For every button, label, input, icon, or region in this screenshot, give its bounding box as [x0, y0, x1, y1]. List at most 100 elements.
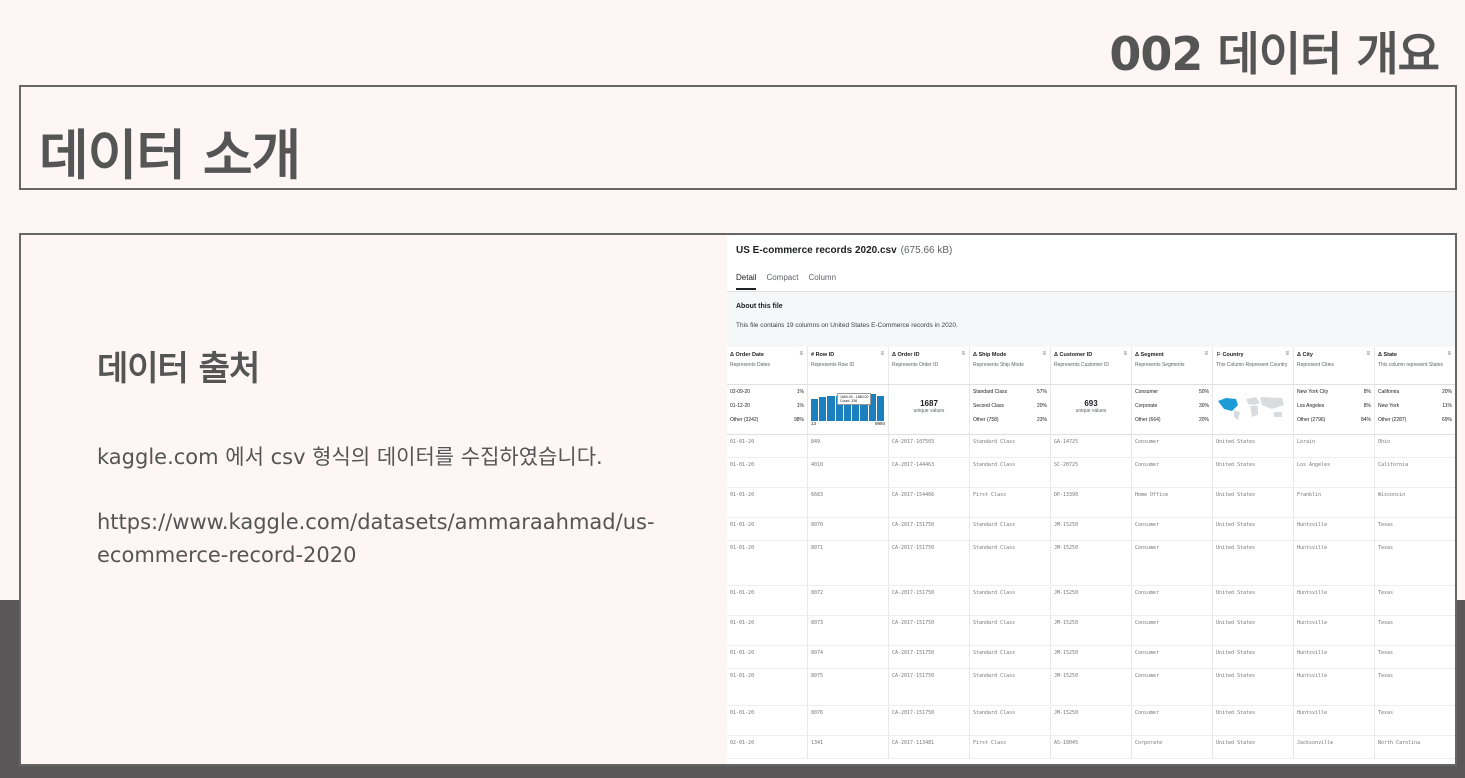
column-menu-icon[interactable]: ≡ [1042, 351, 1046, 357]
table-cell: CA-2017-151750 [889, 518, 970, 540]
frequency-row: Other (2796) 84% [1297, 417, 1371, 423]
table-row[interactable]: 01-01-20 4010 CA-2017-144463 Standard Class… [727, 458, 1455, 488]
table-cell: CA-2017-151750 [889, 541, 970, 585]
table-cell: JM-15250 [1051, 706, 1132, 735]
frequency-percent: 11% [1442, 403, 1452, 409]
table-cell: Consumer [1132, 706, 1213, 735]
table-row[interactable]: 01-01-20 6683 CA-2017-154466 First Class DP-… [727, 488, 1455, 518]
histogram-bar [827, 395, 835, 421]
table-cell: United States [1213, 541, 1294, 585]
column-name: Δ Segment [1135, 352, 1164, 358]
frequency-label: Consumer [1135, 389, 1159, 395]
frequency-label: Other (2287) [1378, 417, 1407, 423]
table-cell: 4010 [808, 458, 889, 487]
column-header[interactable]: # Row ID Represents Row ID ≡ [808, 347, 889, 384]
column-description: Represent Cities [1297, 362, 1334, 368]
unique-count: 1687 unique values [892, 399, 966, 414]
table-row[interactable]: 01-01-20 8074 CA-2017-151750 Standard Class… [727, 646, 1455, 669]
tab-compact[interactable]: Compact [766, 273, 798, 290]
column-header[interactable]: Δ Customer ID Represents Customer ID ≡ [1051, 347, 1132, 384]
file-title: US E-commerce records 2020.csv (675.66 kB… [736, 245, 952, 256]
table-row[interactable]: 01-01-20 8070 CA-2017-151750 Standard Class… [727, 518, 1455, 541]
table-cell: 01-01-20 [727, 518, 808, 540]
table-row[interactable]: 02-01-20 1341 CA-2017-113481 First Class AS-… [727, 736, 1455, 759]
table-cell: Texas [1375, 541, 1455, 585]
table-cell: CA-2017-144463 [889, 458, 970, 487]
source-heading: 데이터 출처 [97, 349, 260, 389]
kaggle-screenshot: US E-commerce records 2020.csv (675.66 kB… [727, 235, 1455, 764]
frequency-label: New York [1378, 403, 1400, 409]
table-cell: Huntsville [1294, 616, 1375, 645]
histogram-bar [811, 398, 819, 421]
table-cell: CA-2017-151750 [889, 616, 970, 645]
table-body: 01-01-20 849 CA-2017-107503 Standard Class G… [727, 435, 1455, 759]
table-cell: 01-01-20 [727, 541, 808, 585]
column-menu-icon[interactable]: ≡ [1123, 351, 1127, 357]
column-header[interactable]: Δ Ship Mode Represents Ship Mode ≡ [970, 347, 1051, 384]
frequency-percent: 23% [1036, 417, 1047, 423]
table-row[interactable]: 01-01-20 8075 CA-2017-151750 Standard Class… [727, 669, 1455, 706]
column-header[interactable]: Δ Segment Represents Segments ≡ [1132, 347, 1213, 384]
about-text: This file contains 19 columns on United … [736, 322, 958, 329]
column-header[interactable]: Δ Order Date Represents Dates ≡ [727, 347, 808, 384]
table-row[interactable]: 01-01-20 8076 CA-2017-151750 Standard Class… [727, 706, 1455, 736]
frequency-percent: 98% [793, 417, 804, 423]
tab-detail[interactable]: Detail [736, 273, 757, 290]
table-cell: CA-2017-151750 [889, 646, 970, 668]
table-cell: 01-01-20 [727, 458, 808, 487]
table-cell: Consumer [1132, 616, 1213, 645]
summary-cell: New York City 8% Los Angeles 8% Other (2796)… [1294, 385, 1375, 434]
summary-cell: 693 unique values [1051, 385, 1132, 434]
frequency-row: New York 11% [1378, 403, 1452, 409]
table-cell: 01-01-20 [727, 488, 808, 517]
table-cell: Lorain [1294, 435, 1375, 457]
column-menu-icon[interactable]: ≡ [1447, 351, 1451, 357]
column-menu-icon[interactable]: ≡ [1366, 351, 1370, 357]
unique-number: 1687 [920, 399, 938, 408]
frequency-label: Standard Class [973, 389, 1008, 395]
frequency-row: Other (2287) 69% [1378, 417, 1452, 423]
column-header[interactable]: Δ State This column represent States ≡ [1375, 347, 1455, 384]
column-header[interactable]: Δ Order ID Represents Order ID ≡ [889, 347, 970, 384]
column-description: Represents Segments [1135, 362, 1185, 368]
table-cell: Standard Class [970, 518, 1051, 540]
column-menu-icon[interactable]: ≡ [1204, 351, 1208, 357]
table-cell: Standard Class [970, 669, 1051, 705]
table-row[interactable]: 01-01-20 849 CA-2017-107503 Standard Class G… [727, 435, 1455, 458]
table-cell: Jacksonville [1294, 736, 1375, 758]
source-url[interactable]: https://www.kaggle.com/datasets/ammaraah… [97, 506, 667, 572]
column-header[interactable]: Δ City Represent Cities ≡ [1294, 347, 1375, 384]
title-box: 데이터 소개 [19, 85, 1457, 190]
column-name: Δ Order Date [730, 352, 764, 358]
table-cell: Los Angeles [1294, 458, 1375, 487]
file-size: (675.66 kB) [900, 245, 953, 256]
frequency-row: Los Angeles 8% [1297, 403, 1371, 409]
unique-count: 693 unique values [1054, 399, 1128, 414]
table-cell: JM-15250 [1051, 669, 1132, 705]
frequency-row: New York City 8% [1297, 389, 1371, 395]
column-menu-icon[interactable]: ≡ [799, 351, 803, 357]
frequency-percent: 50% [1198, 389, 1209, 395]
column-header[interactable]: ⚐ Country This Column Represent Country ≡ [1213, 347, 1294, 384]
column-menu-icon[interactable]: ≡ [1285, 351, 1289, 357]
table-row[interactable]: 01-01-20 8072 CA-2017-151750 Standard Class… [727, 586, 1455, 616]
table-cell: Consumer [1132, 435, 1213, 457]
table-cell: First Class [970, 488, 1051, 517]
table-cell: Texas [1375, 586, 1455, 615]
tab-column[interactable]: Column [808, 273, 836, 290]
table-cell: AS-10045 [1051, 736, 1132, 758]
table-cell: CA-2017-151750 [889, 706, 970, 735]
table-cell: 8071 [808, 541, 889, 585]
column-menu-icon[interactable]: ≡ [880, 351, 884, 357]
source-text: kaggle.com 에서 csv 형식의 데이터를 수집하였습니다. [97, 445, 603, 469]
table-cell: Standard Class [970, 616, 1051, 645]
table-cell: Consumer [1132, 518, 1213, 540]
table-row[interactable]: 01-01-20 8071 CA-2017-151750 Standard Class… [727, 541, 1455, 586]
table-row[interactable]: 01-01-20 8073 CA-2017-151750 Standard Class… [727, 616, 1455, 646]
column-menu-icon[interactable]: ≡ [961, 351, 965, 357]
frequency-label: Other (758) [973, 417, 999, 423]
table-cell: Home Office [1132, 488, 1213, 517]
summary-row: 02-09-20 1% 01-12-20 1% Other (3242) 98% 1660.… [727, 385, 1455, 435]
frequency-label: Second Class [973, 403, 1004, 409]
table-cell: 01-01-20 [727, 616, 808, 645]
